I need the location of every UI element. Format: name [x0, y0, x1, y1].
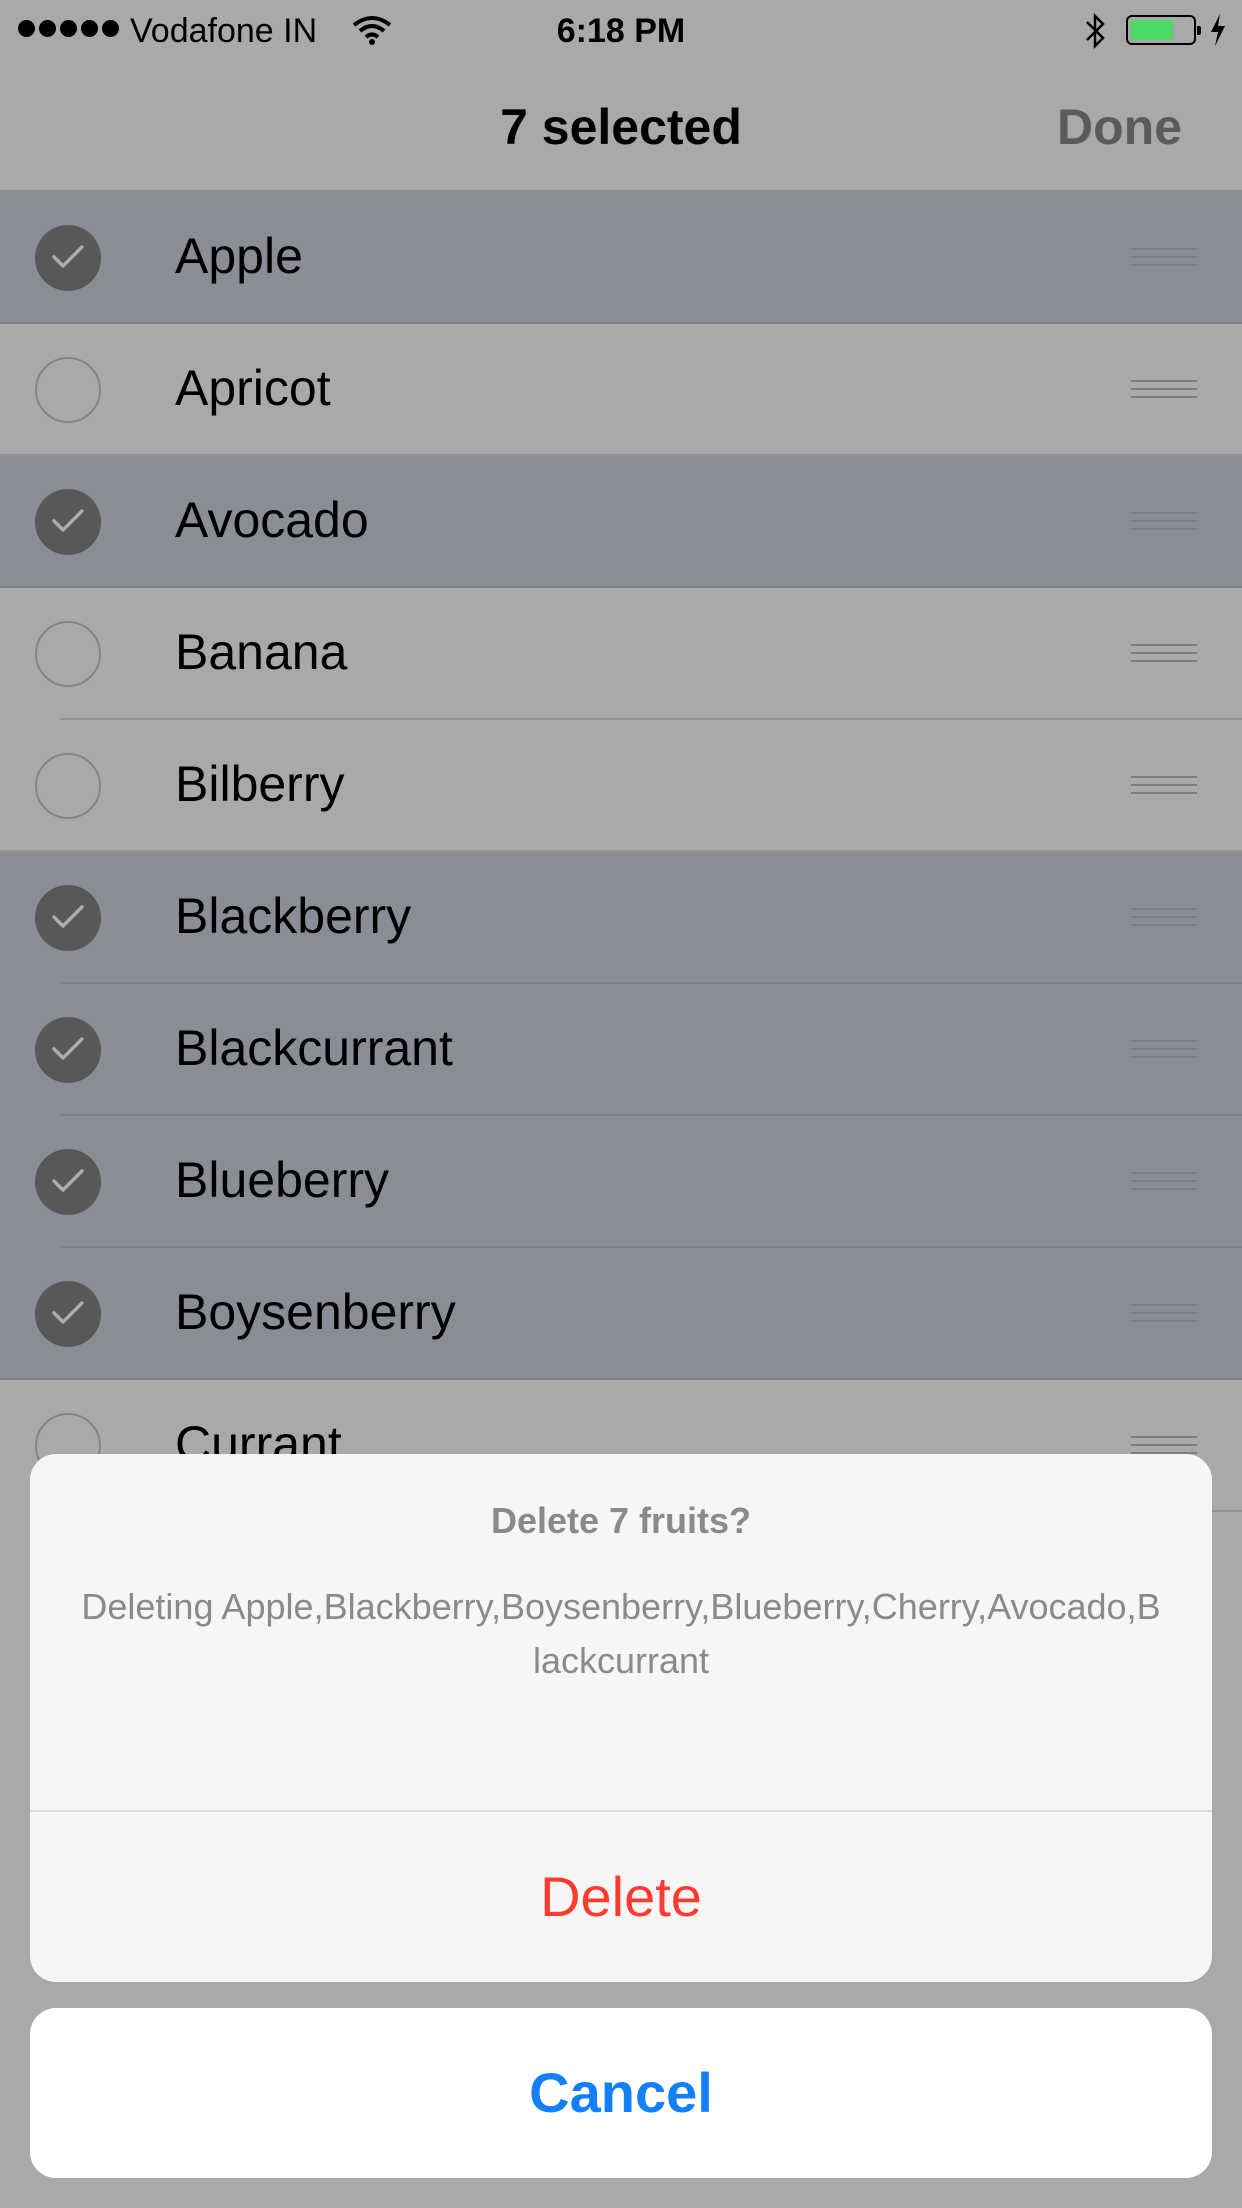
list-item[interactable]: Bilberry	[0, 720, 1242, 852]
status-time: 6:18 PM	[556, 12, 686, 50]
list-item-label: Boysenberry	[175, 1284, 456, 1340]
bluetooth-icon	[1086, 12, 1105, 50]
reorder-handle-icon[interactable]	[1131, 644, 1197, 668]
list-item[interactable]: Boysenberry	[0, 1248, 1242, 1380]
list-item-label: Avocado	[175, 492, 369, 548]
list-item-label: Apricot	[175, 360, 331, 416]
sheet-title: Delete 7 fruits?	[490, 1500, 752, 1541]
list-item[interactable]: Apple	[0, 192, 1242, 324]
checkmark-icon	[52, 1037, 84, 1060]
reorder-handle-icon[interactable]	[1131, 248, 1197, 272]
checkmark-icon	[52, 245, 84, 268]
list-item[interactable]: Blueberry	[0, 1116, 1242, 1248]
checkmark-icon	[52, 1301, 84, 1324]
battery-icon	[1126, 15, 1201, 45]
selection-check-icon[interactable]	[35, 885, 101, 951]
list-item-label: Blueberry	[175, 1152, 389, 1208]
list-item[interactable]: Blackcurrant	[0, 984, 1242, 1116]
list-item-label: Blackcurrant	[175, 1020, 453, 1076]
list-item-label: Blackberry	[175, 888, 412, 944]
status-bar: Vodafone IN 6:18 PM	[0, 0, 1242, 60]
selection-check-icon[interactable]	[35, 357, 101, 423]
reorder-handle-icon[interactable]	[1131, 380, 1197, 404]
selection-check-icon[interactable]	[35, 1149, 101, 1215]
checkmark-icon	[52, 1169, 84, 1192]
list-item[interactable]: Banana	[0, 588, 1242, 720]
reorder-handle-icon[interactable]	[1131, 1304, 1197, 1328]
sheet-message: Deleting Apple,Blackberry,Boysenberry,Bl…	[81, 1586, 1161, 1681]
checkmark-icon	[52, 905, 84, 928]
reorder-handle-icon[interactable]	[1131, 1172, 1197, 1196]
reorder-handle-icon[interactable]	[1131, 1040, 1197, 1064]
done-button[interactable]: Done	[1057, 98, 1182, 156]
fruit-list: Apple Apricot Avocado Banana Bilberry Bl…	[0, 192, 1242, 1512]
cancel-button[interactable]: Cancel	[30, 2008, 1212, 2178]
list-item[interactable]: Avocado	[0, 456, 1242, 588]
selection-check-icon[interactable]	[35, 1017, 101, 1083]
selection-check-icon[interactable]	[35, 1281, 101, 1347]
selection-check-icon[interactable]	[35, 225, 101, 291]
navigation-bar: 7 selected Done	[0, 60, 1242, 192]
delete-confirmation-sheet: Delete 7 fruits? Deleting Apple,Blackber…	[30, 1454, 1212, 1982]
delete-button[interactable]: Delete	[30, 1812, 1212, 1982]
selection-check-icon[interactable]	[35, 489, 101, 555]
selection-check-icon[interactable]	[35, 753, 101, 819]
list-item[interactable]: Blackberry	[0, 852, 1242, 984]
reorder-handle-icon[interactable]	[1131, 908, 1197, 932]
page-title: 7 selected	[500, 99, 742, 155]
list-item-label: Apple	[175, 228, 303, 284]
reorder-handle-icon[interactable]	[1131, 512, 1197, 536]
reorder-handle-icon[interactable]	[1131, 776, 1197, 800]
charging-bolt-icon	[1211, 14, 1225, 46]
list-item[interactable]: Apricot	[0, 324, 1242, 456]
list-item-label: Bilberry	[175, 756, 345, 812]
checkmark-icon	[52, 509, 84, 532]
selection-check-icon[interactable]	[35, 621, 101, 687]
list-item-label: Banana	[175, 624, 348, 680]
